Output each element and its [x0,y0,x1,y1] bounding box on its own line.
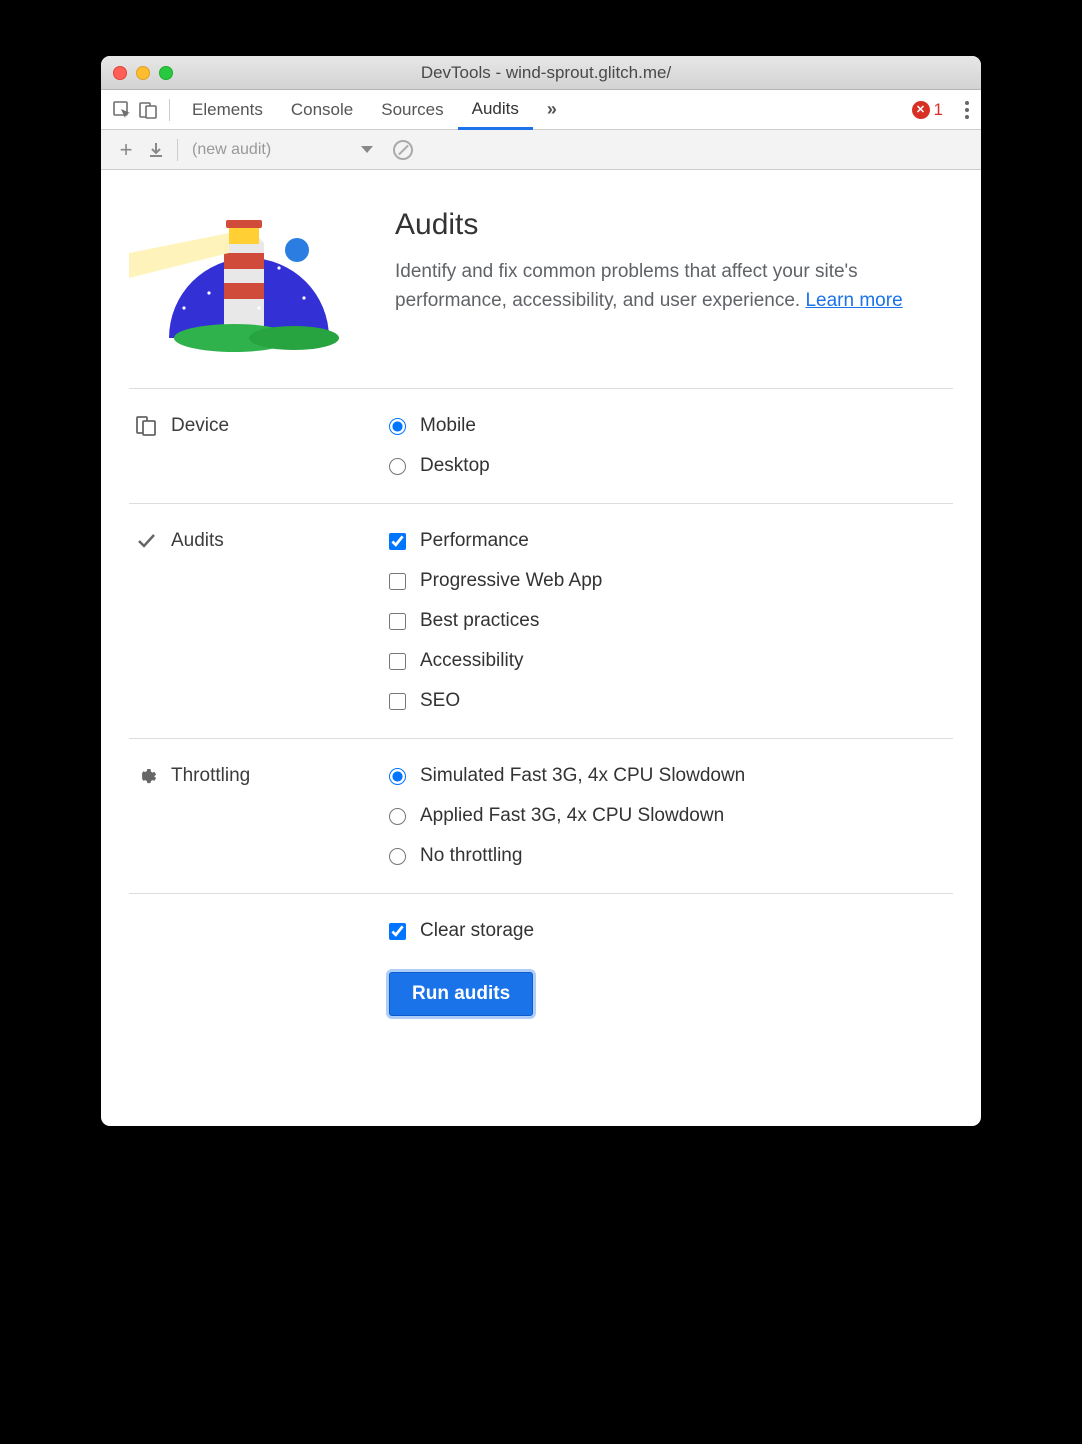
option-mobile[interactable]: Mobile [389,415,490,437]
checkbox-best-practices[interactable] [389,613,406,630]
audit-selector[interactable]: (new audit) [192,141,373,159]
devtools-window: DevTools - wind-sprout.glitch.me/ Elemen… [101,56,981,1126]
option-label: Desktop [420,455,490,477]
section-throttling: Throttling Simulated Fast 3G, 4x CPU Slo… [129,738,953,893]
error-count[interactable]: 1 [934,100,943,120]
overflow-label: » [547,99,553,120]
close-window-button[interactable] [113,66,127,80]
radio-mobile[interactable] [389,418,406,435]
tab-audits[interactable]: Audits [458,90,533,130]
minimize-window-button[interactable] [136,66,150,80]
description-text: Identify and fix common problems that af… [395,261,858,311]
option-label: Accessibility [420,650,523,672]
option-label: Mobile [420,415,476,437]
error-icon[interactable] [912,101,930,119]
section-label: Audits [171,530,224,552]
option-label: Simulated Fast 3G, 4x CPU Slowdown [420,765,745,787]
mac-titlebar: DevTools - wind-sprout.glitch.me/ [101,56,981,90]
option-label: Performance [420,530,529,552]
option-label: Best practices [420,610,539,632]
audit-selector-label: (new audit) [192,141,271,159]
learn-more-link[interactable]: Learn more [805,290,902,311]
hero-text: Audits Identify and fix common problems … [395,198,953,358]
tab-label: Elements [192,100,263,120]
option-label: Applied Fast 3G, 4x CPU Slowdown [420,805,724,827]
tab-label: Audits [472,99,519,119]
option-throttle-sim[interactable]: Simulated Fast 3G, 4x CPU Slowdown [389,765,745,787]
section-audits: Audits Performance Progressive Web App B… [129,503,953,738]
checkbox-pwa[interactable] [389,573,406,590]
option-label: No throttling [420,845,522,867]
radio-throttle-applied[interactable] [389,808,406,825]
checkbox-seo[interactable] [389,693,406,710]
kebab-menu-icon[interactable] [961,97,973,123]
checkbox-performance[interactable] [389,533,406,550]
page-description: Identify and fix common problems that af… [395,258,953,315]
page-title: Audits [395,208,953,242]
option-label: Clear storage [420,920,534,942]
tab-label: Sources [381,100,443,120]
section-clear-storage: Clear storage [129,893,953,952]
option-performance[interactable]: Performance [389,530,602,552]
tab-console[interactable]: Console [277,90,367,130]
download-icon[interactable] [141,141,171,159]
section-label: Device [171,415,229,437]
option-label: SEO [420,690,460,712]
radio-throttle-none[interactable] [389,848,406,865]
device-icon [135,415,157,437]
inspect-element-icon[interactable] [109,97,135,123]
zoom-window-button[interactable] [159,66,173,80]
option-seo[interactable]: SEO [389,690,602,712]
tab-sources[interactable]: Sources [367,90,457,130]
new-audit-icon[interactable]: + [111,137,141,163]
checkbox-accessibility[interactable] [389,653,406,670]
section-device: Device Mobile Desktop [129,388,953,503]
window-title: DevTools - wind-sprout.glitch.me/ [173,63,969,83]
option-clear-storage[interactable]: Clear storage [389,920,534,942]
option-pwa[interactable]: Progressive Web App [389,570,602,592]
option-accessibility[interactable]: Accessibility [389,650,602,672]
option-throttle-none[interactable]: No throttling [389,845,745,867]
checkmark-icon [135,530,157,552]
radio-desktop[interactable] [389,458,406,475]
tab-elements[interactable]: Elements [178,90,277,130]
lighthouse-illustration [129,198,359,358]
checkbox-clear-storage[interactable] [389,923,406,940]
traffic-lights [113,66,173,80]
device-toggle-icon[interactable] [135,97,161,123]
tab-label: Console [291,100,353,120]
audits-subbar: + (new audit) [101,130,981,170]
caret-down-icon [361,146,373,153]
section-label: Throttling [171,765,250,787]
radio-throttle-sim[interactable] [389,768,406,785]
option-desktop[interactable]: Desktop [389,455,490,477]
tabs-overflow[interactable]: » [533,90,567,130]
clear-icon[interactable] [393,140,413,160]
run-audits-button[interactable]: Run audits [389,972,533,1016]
gear-icon [135,765,157,787]
option-best-practices[interactable]: Best practices [389,610,602,632]
option-throttle-applied[interactable]: Applied Fast 3G, 4x CPU Slowdown [389,805,745,827]
devtools-tabbar: Elements Console Sources Audits » 1 [101,90,981,130]
option-label: Progressive Web App [420,570,602,592]
